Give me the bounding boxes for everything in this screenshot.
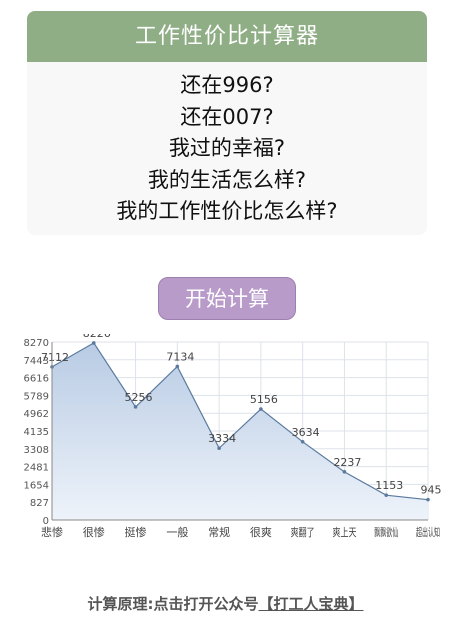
- data-label: 945: [421, 484, 442, 497]
- y-tick-label: 7443: [24, 356, 49, 367]
- score-chart: 711282265256713433345156363422371153945 …: [0, 334, 451, 544]
- x-tick-label: 挺惨: [125, 525, 147, 539]
- card-title: 工作性价比计算器: [27, 11, 427, 62]
- question-3: 我过的幸福?: [168, 136, 286, 160]
- data-point: [342, 470, 347, 474]
- y-tick-label: 2481: [24, 463, 49, 474]
- y-tick-label: 4962: [24, 409, 49, 420]
- footer-note: 计算原理:点击打开公众号【打工人宝典】: [0, 593, 451, 614]
- footer-prefix: 计算原理:点击打开公众号: [87, 595, 259, 613]
- y-tick-label: 8270: [24, 338, 49, 349]
- data-point: [426, 497, 430, 502]
- x-tick-label: 很爽: [250, 525, 272, 539]
- calculator-card: 工作性价比计算器 还在996? 还在007? 我过的幸福? 我的生活怎么样? 我…: [27, 11, 427, 235]
- data-label: 1153: [375, 479, 403, 492]
- question-5: 我的工作性价比怎么样?: [116, 199, 338, 223]
- data-label: 3334: [208, 432, 236, 445]
- score-chart-svg: 711282265256713433345156363422371153945 …: [24, 334, 442, 539]
- data-label: 5156: [250, 393, 278, 406]
- data-point: [91, 341, 96, 345]
- x-tick-label: 飘飘欲仙: [374, 525, 398, 539]
- data-point: [175, 364, 180, 369]
- data-label: 7134: [166, 350, 194, 363]
- y-tick-label: 5789: [24, 391, 49, 402]
- data-point: [300, 439, 305, 444]
- data-label: 2237: [333, 456, 361, 469]
- data-label: 3634: [292, 426, 320, 439]
- x-tick-label: 很惨: [83, 525, 105, 539]
- y-tick-label: 3308: [24, 445, 49, 456]
- y-tick-label: 1654: [24, 480, 49, 491]
- data-label: 5256: [125, 391, 153, 404]
- question-list: 还在996? 还在007? 我过的幸福? 我的生活怎么样? 我的工作性价比怎么样…: [27, 62, 427, 228]
- data-label: 8226: [83, 334, 111, 340]
- x-tick-label: 爽翻了: [291, 525, 315, 539]
- x-tick-label: 超出认知: [416, 525, 440, 539]
- x-tick-label: 悲惨: [41, 525, 63, 539]
- data-point: [133, 405, 138, 409]
- start-calculation-button[interactable]: 开始计算: [158, 277, 296, 320]
- data-point: [259, 407, 263, 411]
- data-point: [217, 446, 221, 451]
- official-account-link[interactable]: 【打工人宝典】: [258, 595, 363, 613]
- y-tick-label: 6616: [24, 374, 49, 385]
- data-point: [384, 493, 389, 497]
- question-4: 我的生活怎么样?: [147, 167, 307, 192]
- y-tick-label: 4135: [24, 427, 49, 438]
- question-2: 还在007?: [180, 104, 274, 129]
- x-tick-label: 爽上天: [332, 526, 356, 539]
- question-1: 还在996?: [180, 73, 274, 97]
- x-tick-label: 一般: [166, 526, 188, 539]
- x-tick-label: 常规: [208, 525, 230, 539]
- y-tick-label: 827: [30, 498, 49, 509]
